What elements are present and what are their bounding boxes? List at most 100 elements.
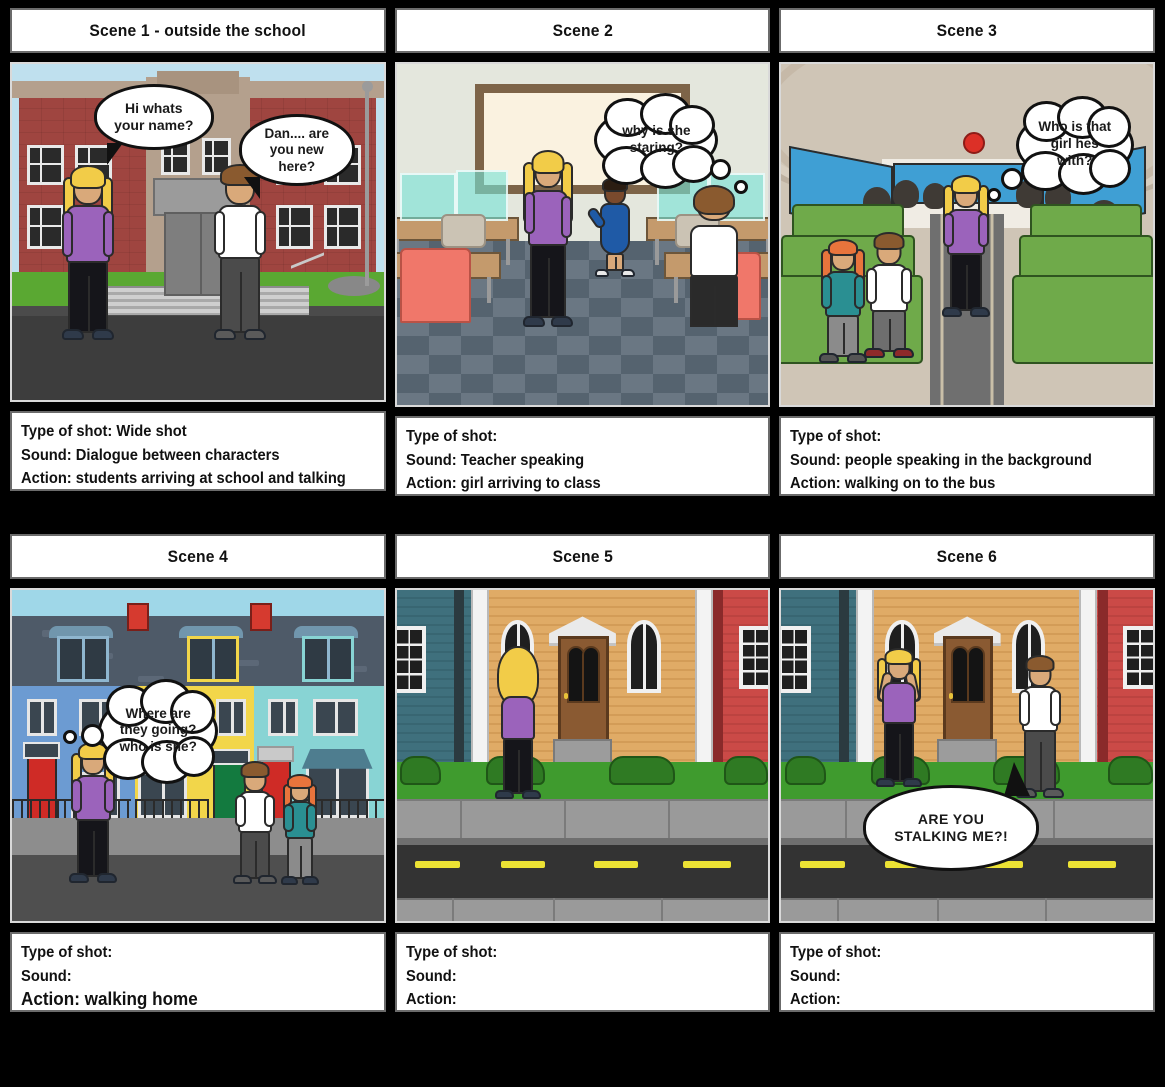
scene-cell-1: Scene 1 - outside the school Hi whats yo… [10,8,386,496]
school-window [324,205,362,249]
house-column [454,590,465,766]
bush [400,755,442,786]
arm [1050,689,1062,726]
house-window [216,699,247,736]
bubble-tail [243,177,260,200]
hair [70,165,107,190]
scene-artwork-2[interactable]: why is she staring? [394,62,771,407]
sidewalk-seam [660,897,663,921]
door-handle [563,693,568,699]
shoe [495,790,515,800]
character-blonde-girl [60,161,116,346]
caption-line-action: Action: walking home [21,988,357,1010]
hair-headband [287,774,314,790]
road-centre-line [799,861,845,869]
scene-caption-4: Type of shot: Sound: Action: walking hom… [10,932,386,1012]
chair-back [441,214,486,249]
hair-headband [828,238,859,256]
caption-line-type-of-shot: Type of shot: Wide shot [21,423,187,440]
road-centre-line [593,861,639,869]
bubble-line: with? [1057,153,1093,169]
front-door [943,636,994,746]
sidewalk-seam [667,798,670,842]
character-orange-haired-girl [281,772,320,891]
arm [524,191,536,234]
character-blonde-girl [523,146,574,344]
thought-bubble: Where are they going? who is she? [63,679,216,785]
shoe [281,876,299,886]
legs-grey-trousers [219,257,260,334]
caption-line-action: Action: girl arriving to class [405,475,601,493]
school-window [26,205,65,249]
shoe [233,874,252,884]
character-brown-haired-boy [233,759,277,891]
school-window [26,144,65,185]
caption-line-sound: Sound: [405,967,457,985]
arm [213,211,225,256]
legs-black-trousers [77,818,110,877]
bubble-line: here? [278,158,316,174]
shoe [523,315,546,327]
arm [977,213,989,248]
scene-cell-2: Scene 2 why is she staring? Type of shot… [394,8,771,496]
legs-grey-trousers [287,837,314,880]
torso-white-tshirt [690,225,739,278]
scene-artwork-1[interactable]: Hi whats your name? Dan.... are you new … [10,62,386,402]
scene-title-3: Scene 3 [936,20,998,40]
torso-purple-top [881,682,916,725]
bubble-line: Where are [125,705,191,721]
school-window [275,205,314,249]
hair [531,149,565,174]
sidewalk-seam [844,798,847,842]
arm [235,794,246,827]
scene-caption-6: Type of shot: Sound: Action: [779,932,1156,1012]
shoe [1043,787,1065,798]
road-centre-line [500,861,546,869]
caption-line-type-of-shot: Type of shot: [790,944,882,961]
shoe [875,778,895,788]
house-window-right [1123,626,1154,690]
bush [723,755,769,786]
scene-title-6: Scene 6 [936,546,998,566]
arm [254,211,266,256]
bubble-line: Dan.... are [264,125,329,141]
legs-grey-trousers [240,830,270,879]
shoe [941,307,962,318]
speech-bubble-text: Dan.... are you new here? [264,126,329,175]
bubble-line: they going? [119,722,197,738]
character-teacher [586,176,636,279]
bubble-tail [106,143,123,166]
door-glass-panel [966,645,985,704]
bubble-line: Who is that [1038,119,1112,135]
scene-title-bar-1: Scene 1 - outside the school [10,8,386,53]
arm [264,794,275,827]
hair-back-of-head [693,185,736,216]
scene-cell-4: Scene 4 Where are they going? who is she… [10,534,386,1012]
sidewalk-seam [552,897,555,921]
door-transom [23,742,61,759]
bubble-line: staring? [629,140,683,156]
sidewalk-seam [937,897,940,921]
caption-line-action: Action: [790,991,842,1009]
bubble-line: who is she? [119,739,197,755]
scene-artwork-4[interactable]: Where are they going? who is she? [10,588,386,923]
house-window [268,699,299,736]
speech-bubble: ARE YOU STALKING ME?! [863,762,1040,872]
shoe [595,268,610,277]
chimney [127,603,150,632]
legs-black-trousers [68,261,109,334]
arm [561,195,573,238]
arm [104,778,116,813]
scene-artwork-6[interactable]: ARE YOU STALKING ME?! [779,588,1156,923]
scene-artwork-3[interactable]: Who is that girl hes with? [779,62,1156,407]
arched-window [627,619,661,693]
scene-title-bar-2: Scene 2 [394,8,771,53]
scene-title-1: Scene 1 - outside the school [89,20,306,40]
character-brown-haired-boy [863,228,914,378]
sidewalk-seam [459,798,462,842]
thought-bubble-text: Who is that girl hes with? [1030,119,1119,170]
scene-artwork-5[interactable] [394,588,771,923]
bubble-line: why is she [622,123,691,139]
speech-bubble: Hi whats your name? [93,84,214,166]
door-glass-panel [582,645,601,704]
